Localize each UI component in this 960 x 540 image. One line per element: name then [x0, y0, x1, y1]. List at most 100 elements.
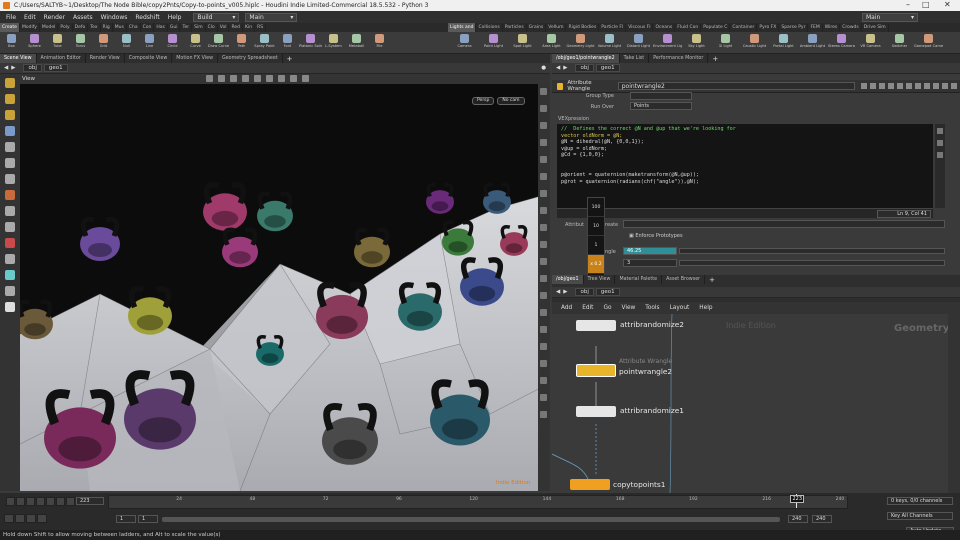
shelf-tool-portal-light[interactable]: Portal Light [769, 32, 798, 54]
add-tab-icon[interactable]: + [709, 276, 715, 284]
back-arrow-icon[interactable]: ◀ [4, 65, 8, 71]
help-icon[interactable] [870, 83, 877, 89]
left-tool-view-icon[interactable] [5, 174, 15, 184]
menu-windows[interactable]: Windows [97, 14, 132, 21]
info-icon[interactable] [879, 83, 886, 89]
network-tab-tree-view[interactable]: Tree View [584, 275, 616, 284]
viewer-tab-render-view[interactable]: Render View [86, 54, 125, 63]
shelf-tool-file[interactable]: File [368, 32, 391, 54]
shelf-tool-distant-light[interactable]: Distant Light [624, 32, 653, 54]
network-menu-view[interactable]: View [617, 305, 641, 311]
list-icon[interactable] [937, 152, 943, 158]
right-desktop-dropdown[interactable]: Main ▾ [862, 12, 918, 22]
network-tab-asset-browser[interactable]: Asset Browser [662, 275, 706, 284]
ladder-step-10[interactable]: 10 [588, 217, 604, 236]
display-option-icon[interactable] [540, 139, 547, 146]
attribute-field[interactable] [623, 220, 945, 228]
menu-assets[interactable]: Assets [69, 14, 97, 21]
expand-icon[interactable] [933, 83, 940, 89]
left-tool-group-icon[interactable] [5, 206, 15, 216]
camera-button[interactable]: No cam [497, 96, 525, 105]
viewer-tab-animation-editor[interactable]: Animation Editor [37, 54, 86, 63]
snap-icon[interactable] [254, 75, 261, 82]
menu-file[interactable]: File [2, 14, 20, 21]
camera-icon[interactable] [266, 75, 273, 82]
shelf-tool-vr-camera[interactable]: VR Camera [856, 32, 885, 54]
display-option-icon[interactable] [540, 105, 547, 112]
display-option-icon[interactable] [540, 360, 547, 367]
select-icon[interactable] [206, 75, 213, 82]
ladder-step-100[interactable]: 100 [588, 198, 604, 217]
add-tab-icon[interactable]: + [712, 55, 718, 63]
display-option-icon[interactable] [540, 224, 547, 231]
shelf-tool-platonic-solids[interactable]: Platonic Solids [299, 32, 322, 54]
skip-start-icon[interactable] [6, 497, 15, 506]
gear-icon[interactable] [861, 83, 868, 89]
network-menu-layout[interactable]: Layout [665, 305, 695, 311]
shelf-tool-line[interactable]: Line [138, 32, 161, 54]
display-icon[interactable] [278, 75, 285, 82]
group-type-field[interactable] [630, 92, 692, 100]
add-tab-icon[interactable]: + [287, 55, 293, 63]
left-tool-pose-icon[interactable] [5, 126, 15, 136]
shelf-tool-sphere[interactable]: Sphere [23, 32, 46, 54]
run-over-dropdown[interactable]: Points [630, 102, 692, 110]
path-crumb-obj[interactable]: obj [575, 288, 594, 296]
left-tool-snap-icon[interactable] [5, 190, 15, 200]
wireframe-icon[interactable] [290, 75, 297, 82]
network-menu-tools[interactable]: Tools [640, 305, 664, 311]
shelf-tool-sky-light[interactable]: Sky Light [682, 32, 711, 54]
display-option-icon[interactable] [540, 241, 547, 248]
node-attribrandomize1[interactable] [576, 406, 616, 417]
forward-arrow-icon[interactable]: ▶ [563, 289, 567, 295]
left-tool-handle-icon[interactable] [5, 158, 15, 168]
shelf-tool-l-system[interactable]: L-System [322, 32, 345, 54]
audio-icon[interactable] [4, 514, 14, 523]
vex-code-editor[interactable]: // Defines the correct @N and @up that w… [557, 124, 933, 208]
path-crumb-geo1[interactable]: geo1 [43, 64, 68, 72]
angle-slider[interactable] [679, 248, 945, 254]
shelf-tool-environment-light[interactable]: Environment Light [653, 32, 682, 54]
step-forward-icon[interactable] [56, 497, 65, 506]
left-tool-brush-icon[interactable] [5, 142, 15, 152]
display-option-icon[interactable] [540, 258, 547, 265]
angle-value-field[interactable]: 46.25 [623, 247, 677, 255]
network-menu-edit[interactable]: Edit [577, 305, 598, 311]
viewer-tab-motion-fx-view[interactable]: Motion FX View [172, 54, 218, 63]
display-option-icon[interactable] [540, 292, 547, 299]
shelf-tool-stereo-camera[interactable]: Stereo Camera [827, 32, 856, 54]
value-3-field[interactable]: 3 [623, 259, 677, 267]
current-frame-field[interactable]: 223 [76, 497, 104, 505]
shelf-tool-metaball[interactable]: Metaball [345, 32, 368, 54]
shelf-tool-gi-light[interactable]: GI Light [711, 32, 740, 54]
shelf-tool-switcher[interactable]: Switcher [885, 32, 914, 54]
back-arrow-icon[interactable]: ◀ [556, 289, 560, 295]
node-name-field[interactable]: pointwrangle2 [617, 82, 856, 90]
path-crumb-obj[interactable]: obj [575, 64, 594, 72]
shading-icon[interactable] [302, 75, 309, 82]
shelf-tool-gamepad-camera[interactable]: Gamepad Camera [914, 32, 943, 54]
loop-icon[interactable] [37, 514, 47, 523]
network-editor[interactable]: Indie Edition Geometry attribrandomize2 … [552, 314, 948, 493]
playback-start-field[interactable]: 1 [138, 515, 158, 523]
pin-icon[interactable]: ● [541, 65, 546, 71]
play-icon[interactable] [46, 497, 55, 506]
stop-icon[interactable] [36, 497, 45, 506]
list-icon[interactable] [942, 83, 949, 89]
display-flag-icon[interactable] [906, 83, 913, 89]
shelf-tool-tube[interactable]: Tube [46, 32, 69, 54]
minimize-icon[interactable]: – [906, 0, 910, 9]
shelf-tool-spray-paint[interactable]: Spray Paint [253, 32, 276, 54]
left-tool-move-icon[interactable] [5, 94, 15, 104]
gear-icon[interactable] [937, 140, 943, 146]
playback-end-field[interactable]: 240 [788, 515, 808, 523]
shelf-tool-area-light[interactable]: Area Light [537, 32, 566, 54]
plus-icon[interactable] [937, 128, 943, 134]
left-tool-paint-icon[interactable] [5, 222, 15, 232]
node-attribrandomize2[interactable] [576, 320, 616, 331]
range-start-field[interactable]: 1 [116, 515, 136, 523]
shelf-tool-torus[interactable]: Torus [69, 32, 92, 54]
shelf-tool-draw-curve[interactable]: Draw Curve [207, 32, 230, 54]
step-back-icon[interactable] [16, 497, 25, 506]
shelf-tool-curve[interactable]: Curve [184, 32, 207, 54]
